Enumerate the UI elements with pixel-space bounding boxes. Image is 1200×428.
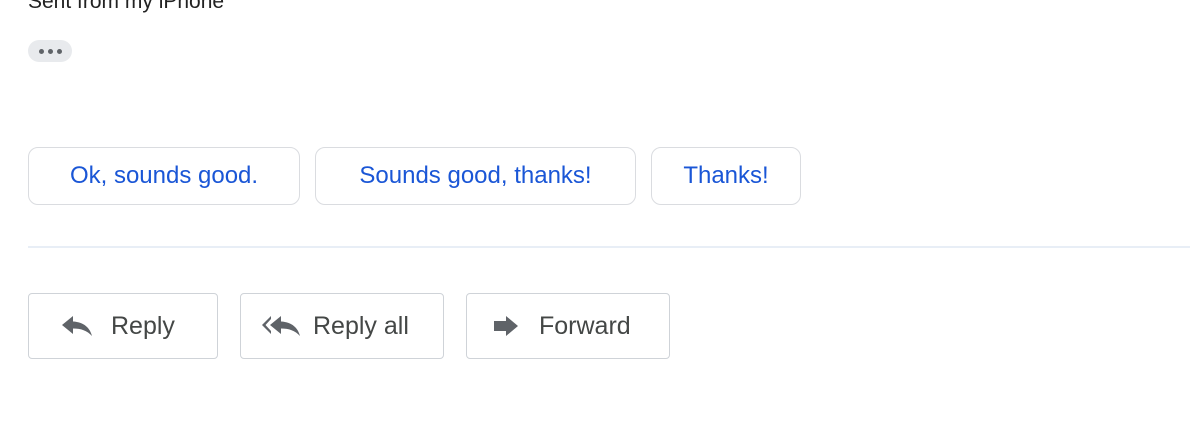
forward-label: Forward bbox=[539, 311, 631, 340]
reply-icon bbox=[61, 315, 93, 337]
reply-all-label: Reply all bbox=[313, 311, 409, 340]
reply-all-button[interactable]: Reply all bbox=[240, 293, 444, 359]
more-horiz-icon bbox=[38, 48, 44, 54]
reply-all-icon bbox=[261, 315, 301, 337]
reply-label: Reply bbox=[111, 311, 175, 340]
email-thread-footer: Sent from my iPhone Ok, sounds good. Sou… bbox=[0, 0, 1200, 428]
divider bbox=[28, 246, 1190, 248]
forward-button[interactable]: Forward bbox=[466, 293, 670, 359]
more-horiz-icon-dot bbox=[56, 48, 62, 54]
smart-reply-chip[interactable]: Ok, sounds good. bbox=[28, 147, 300, 205]
more-horiz-icon-dot bbox=[47, 48, 53, 54]
message-signature: Sent from my iPhone bbox=[28, 0, 225, 13]
smart-reply-suggestions: Ok, sounds good. Sounds good, thanks! Th… bbox=[28, 147, 801, 205]
smart-reply-chip[interactable]: Sounds good, thanks! bbox=[315, 147, 636, 205]
smart-reply-chip[interactable]: Thanks! bbox=[651, 147, 801, 205]
show-trimmed-content-button[interactable] bbox=[28, 40, 72, 62]
forward-icon bbox=[493, 315, 519, 337]
reply-button[interactable]: Reply bbox=[28, 293, 218, 359]
